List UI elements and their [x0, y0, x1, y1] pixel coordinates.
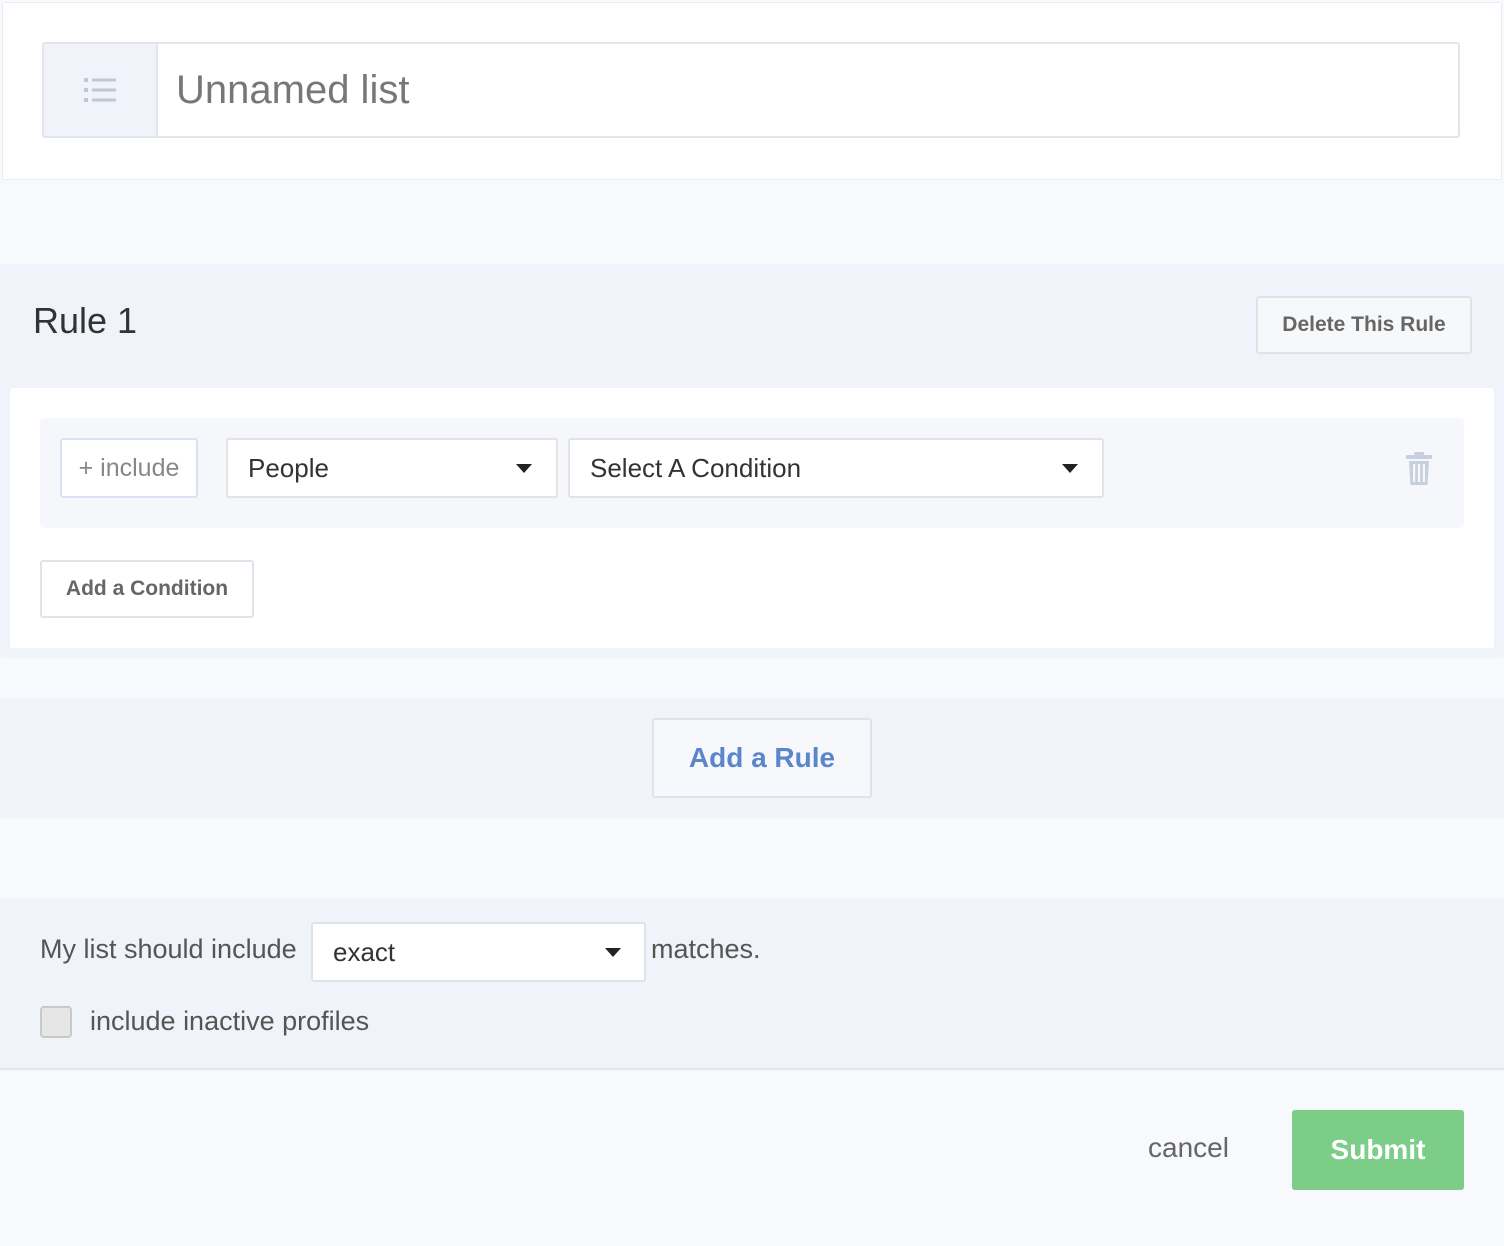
- entity-select[interactable]: People: [226, 438, 558, 498]
- condition-select[interactable]: Select A Condition: [568, 438, 1104, 498]
- match-prefix-label: My list should include: [40, 934, 297, 964]
- inactive-profiles-label: include inactive profiles: [90, 1006, 370, 1036]
- inactive-profiles-checkbox[interactable]: [40, 1006, 72, 1038]
- add-rule-button[interactable]: Add a Rule: [652, 718, 872, 798]
- chevron-down-icon: [605, 948, 621, 957]
- entity-select-value: People: [248, 452, 329, 483]
- delete-rule-button[interactable]: Delete This Rule: [1256, 296, 1472, 354]
- list-icon: [44, 44, 158, 136]
- chevron-down-icon: [516, 464, 532, 473]
- submit-button[interactable]: Submit: [1292, 1110, 1464, 1190]
- list-name-field: [42, 42, 1460, 138]
- rule-title: Rule 1: [33, 300, 138, 341]
- trash-icon[interactable]: [1404, 452, 1434, 486]
- match-type-select[interactable]: exact: [311, 922, 646, 982]
- match-type-value: exact: [333, 936, 396, 967]
- list-name-input[interactable]: [158, 44, 1458, 136]
- condition-select-value: Select A Condition: [590, 452, 802, 483]
- chevron-down-icon: [1062, 464, 1078, 473]
- list-settings: [0, 898, 1504, 1070]
- cancel-link[interactable]: cancel: [1148, 1132, 1229, 1164]
- match-suffix-label: matches.: [651, 934, 761, 964]
- include-toggle-button[interactable]: + include: [60, 438, 198, 498]
- add-condition-button[interactable]: Add a Condition: [40, 560, 254, 618]
